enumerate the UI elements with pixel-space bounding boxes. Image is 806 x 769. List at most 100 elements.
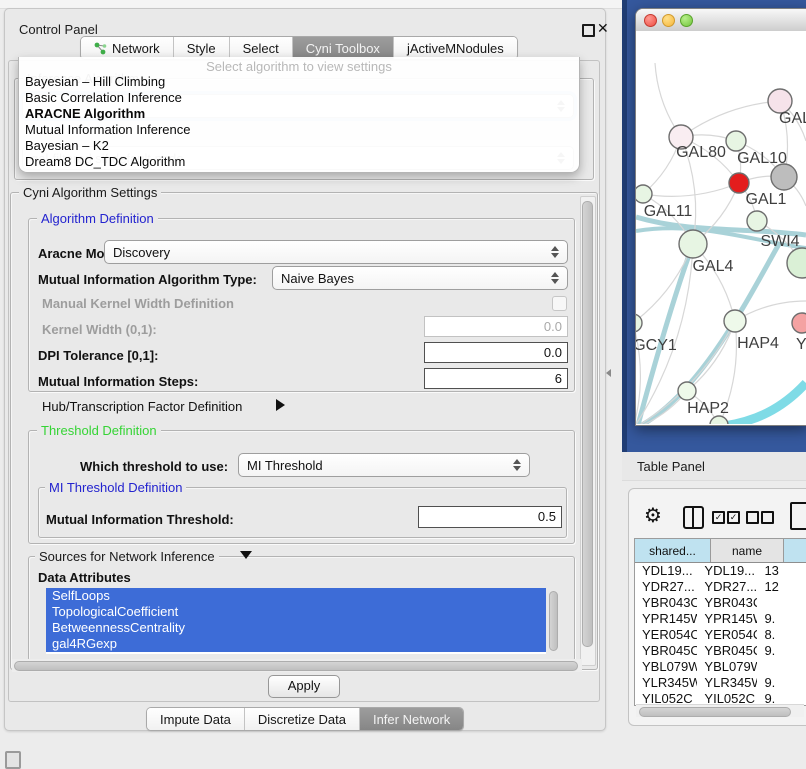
network-node-hap2[interactable] (678, 382, 696, 400)
combo-stepper-icon (551, 246, 559, 258)
algorithm-option-bayesian-k2[interactable]: Bayesian – K2 (19, 138, 579, 154)
network-node-y-node[interactable] (792, 313, 806, 333)
network-node-label: GCY1 (636, 337, 677, 354)
network-node-gal11[interactable] (636, 185, 652, 203)
network-node-label: GAL11 (644, 203, 693, 220)
network-node-gal10[interactable] (726, 131, 746, 151)
tab-style[interactable]: Style (173, 37, 229, 59)
which-threshold-combo[interactable]: MI Threshold (238, 453, 530, 477)
table-row[interactable]: YBL079WYBL079W (635, 659, 806, 675)
network-window-titlebar[interactable] (636, 9, 806, 32)
algorithm-option-dream8-dc-tdc-algorithm[interactable]: Dream8 DC_TDC Algorithm (19, 154, 579, 170)
table-horizontal-scrollbar-thumb[interactable] (639, 707, 791, 717)
collapse-down-icon[interactable] (240, 551, 252, 559)
bottom-tab-label: Infer Network (373, 712, 450, 727)
minimize-traffic-light-icon[interactable] (662, 14, 675, 27)
algorithm-option-mutual-information-inference[interactable]: Mutual Information Inference (19, 122, 579, 138)
hub-definition-toggle[interactable]: Hub/Transcription Factor Definition (42, 399, 242, 414)
algorithm-option-bayesian-hill-climbing[interactable]: Bayesian – Hill Climbing (19, 74, 579, 90)
settings-horizontal-scrollbar[interactable] (12, 659, 582, 672)
which-threshold-label: Which threshold to use: (80, 459, 228, 474)
bottom-tab-discretize-data[interactable]: Discretize Data (244, 708, 359, 730)
attribute-item-topologicalcoefficient[interactable]: TopologicalCoefficient (46, 604, 546, 620)
network-icon (94, 42, 107, 55)
algorithm-definition-title: Algorithm Definition (37, 212, 158, 225)
network-node-gal4[interactable] (679, 230, 707, 258)
mi-threshold-field[interactable]: 0.5 (418, 506, 562, 528)
document-icon[interactable] (790, 502, 806, 530)
checkbox-checked-icon[interactable]: ✓ (712, 511, 725, 524)
kernel-width-field[interactable]: 0.0 (424, 316, 568, 337)
network-node-node-bottom[interactable] (710, 416, 728, 424)
split-pane-collapse-icon[interactable] (606, 369, 611, 377)
table-cell: YLR345W (697, 675, 757, 691)
algorithm-option-basic-correlation-inference[interactable]: Basic Correlation Inference (19, 90, 579, 106)
dpi-tolerance-field[interactable]: 0.0 (424, 342, 568, 363)
combo-stepper-icon (513, 459, 521, 471)
data-attributes-list[interactable]: SelfLoopsTopologicalCoefficientBetweenne… (46, 588, 546, 654)
table-cell: YPR145W (697, 611, 757, 627)
table-cell: YBR043C (635, 595, 697, 611)
aracne-mode-combo[interactable]: Discovery (104, 240, 568, 264)
attribute-table-rows: YDL19...YDL19...13YDR27...YDR27...12YBR0… (635, 563, 806, 706)
apply-button[interactable]: Apply (268, 675, 340, 698)
attributes-scrollbar[interactable] (548, 589, 558, 653)
data-attributes-label: Data Attributes (38, 570, 131, 585)
attribute-item-gal4rgexp[interactable]: gal4RGexp (46, 636, 546, 652)
network-canvas[interactable]: GALGAL80GAL10GAL1GAL11SWI4GAL4HAP4YGCY1H… (636, 31, 806, 424)
table-row[interactable]: YBR045CYBR045C9. (635, 643, 806, 659)
settings-horizontal-scrollbar-thumb[interactable] (14, 661, 578, 671)
column-header-name[interactable]: name (711, 539, 784, 562)
network-node-gal1[interactable] (729, 173, 749, 193)
attribute-table[interactable]: shared...nameA YDL19...YDL19...13YDR27..… (634, 538, 806, 706)
tab-select[interactable]: Select (229, 37, 292, 59)
settings-vertical-scrollbar-thumb[interactable] (582, 201, 593, 647)
manual-kernel-checkbox[interactable] (552, 296, 567, 311)
column-header-a[interactable]: A (784, 539, 806, 562)
table-row[interactable]: YBR043CYBR043C (635, 595, 806, 611)
table-row[interactable]: YER054CYER054C8. (635, 627, 806, 643)
table-row[interactable]: YPR145WYPR145W9. (635, 611, 806, 627)
network-edge-bright (724, 383, 806, 424)
column-header-shared[interactable]: shared... (635, 539, 711, 562)
checkbox-unchecked-icon[interactable] (761, 511, 774, 524)
tab-jactivemnodules[interactable]: jActiveMNodules (393, 37, 517, 59)
close-traffic-light-icon[interactable] (644, 14, 657, 27)
tab-label: Select (243, 41, 279, 56)
zoom-traffic-light-icon[interactable] (680, 14, 693, 27)
network-node-node-right[interactable] (787, 248, 806, 278)
algorithm-option-aracne-algorithm[interactable]: ARACNE Algorithm (19, 106, 579, 122)
attribute-item-betweennesscentrality[interactable]: BetweennessCentrality (46, 620, 546, 636)
network-node-node-gray[interactable] (771, 164, 797, 190)
gear-icon[interactable]: ⚙ (644, 503, 662, 528)
checkbox-checked-icon[interactable]: ✓ (727, 511, 740, 524)
tab-network[interactable]: Network (81, 37, 173, 59)
close-icon[interactable]: ✕ (597, 20, 609, 37)
tab-cyni-toolbox[interactable]: Cyni Toolbox (292, 37, 393, 59)
algorithm-popup-placeholder: Select algorithm to view settings (19, 59, 579, 74)
network-node-hap4[interactable] (724, 310, 746, 332)
columns-icon[interactable] (683, 506, 704, 529)
table-cell: YER054C (697, 627, 757, 643)
docked-panel-icon[interactable] (5, 751, 21, 769)
table-row[interactable]: YDR27...YDR27...12 (635, 579, 806, 595)
expand-right-icon[interactable] (276, 399, 285, 411)
table-row[interactable]: YDL19...YDL19...13 (635, 563, 806, 579)
checkbox-unchecked-icon[interactable] (746, 511, 759, 524)
cyni-algorithm-settings-title: Cyni Algorithm Settings (19, 186, 161, 199)
mi-steps-field[interactable]: 6 (424, 368, 568, 389)
bottom-tab-label: Discretize Data (258, 712, 346, 727)
table-horizontal-scrollbar[interactable] (636, 704, 804, 717)
bottom-tab-infer-network[interactable]: Infer Network (359, 708, 463, 730)
mi-type-combo[interactable]: Naive Bayes (272, 266, 568, 290)
bottom-tab-impute-data[interactable]: Impute Data (147, 708, 244, 730)
settings-vertical-scrollbar[interactable] (580, 196, 596, 666)
attributes-scrollbar-thumb[interactable] (549, 591, 558, 651)
float-window-icon[interactable] (582, 24, 595, 37)
network-node-swi4[interactable] (747, 211, 767, 231)
table-cell: 13 (757, 563, 806, 579)
network-window[interactable]: GALGAL80GAL10GAL1GAL11SWI4GAL4HAP4YGCY1H… (635, 8, 806, 426)
mi-type-value: Naive Bayes (281, 271, 545, 286)
table-row[interactable]: YLR345WYLR345W9. (635, 675, 806, 691)
attribute-item-selfloops[interactable]: SelfLoops (46, 588, 546, 604)
